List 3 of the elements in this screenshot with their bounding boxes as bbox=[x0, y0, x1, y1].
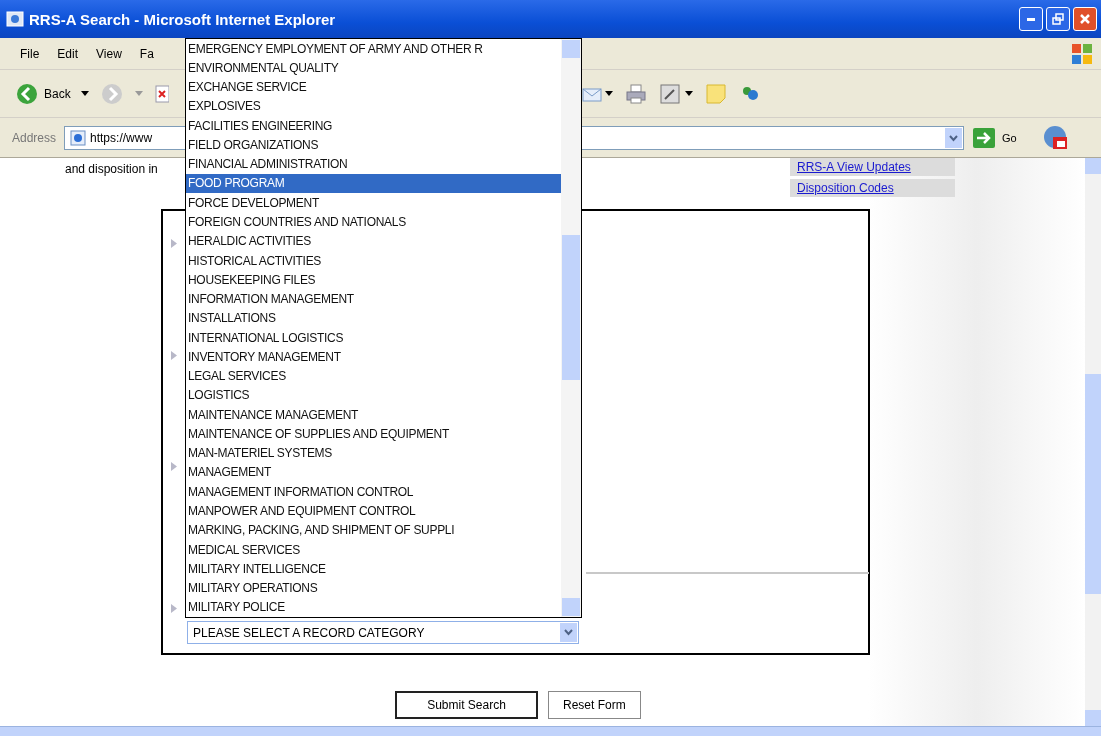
address-label: Address bbox=[12, 130, 57, 145]
intro-text: and disposition in bbox=[65, 162, 158, 176]
window-title: RRS-A Search - Microsoft Internet Explorer bbox=[29, 10, 337, 28]
